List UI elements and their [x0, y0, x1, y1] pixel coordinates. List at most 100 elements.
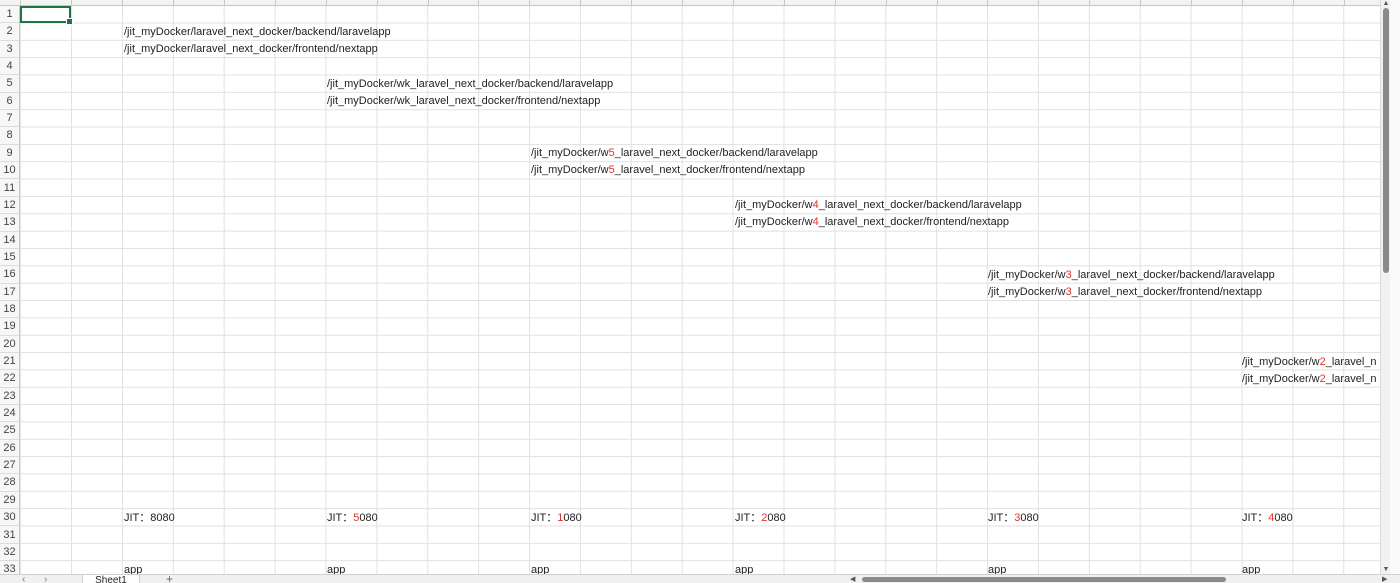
port-suffix: 8080 — [150, 511, 175, 524]
cell-text-suffix: _laravel_next_docker/frontend/nextapp — [1071, 285, 1262, 298]
cell-port-f30[interactable]: JIT：5080 — [325, 510, 378, 527]
cell-text-prefix: /jit_myDocker/w — [531, 147, 609, 159]
sheet-tab-bar: ‹ › Sheet1 + ◀ ▶ — [0, 574, 1400, 583]
vertical-scroll-thumb[interactable] — [1383, 8, 1389, 273]
column-divider — [987, 0, 988, 5]
cell-app-f33[interactable]: app — [325, 562, 345, 574]
row-number[interactable]: 10 — [0, 162, 19, 180]
row-number[interactable]: 19 — [0, 318, 19, 336]
cell-text-prefix: /jit_myDocker/w — [988, 285, 1066, 298]
row-number[interactable]: 29 — [0, 492, 19, 510]
row-number[interactable]: 1 — [0, 6, 19, 24]
row-number[interactable]: 15 — [0, 249, 19, 267]
scroll-up-icon[interactable]: ▲ — [1382, 0, 1390, 8]
row-number[interactable]: 30 — [0, 509, 19, 527]
column-divider — [1344, 0, 1345, 5]
row-number[interactable]: 27 — [0, 457, 19, 475]
row-number[interactable]: 32 — [0, 544, 19, 562]
scroll-right-icon[interactable]: ▶ — [1382, 575, 1387, 583]
row-number[interactable]: 3 — [0, 41, 19, 59]
row-number[interactable]: 22 — [0, 370, 19, 388]
spreadsheet-window: 1 2 3 4 5 6 7 8 9 10 11 12 13 14 15 16 17 18 19 20 21 22 23 24 2… — [0, 0, 1400, 583]
port-prefix: JIT： — [735, 511, 762, 524]
row-number[interactable]: 31 — [0, 527, 19, 544]
row-number[interactable]: 20 — [0, 336, 19, 353]
cell-app-b33[interactable]: app — [122, 562, 142, 574]
column-divider — [478, 0, 479, 5]
column-divider — [733, 0, 734, 5]
cell-x21[interactable]: /jit_myDocker/w2_laravel_n — [1240, 354, 1379, 371]
row-number[interactable]: 13 — [0, 214, 19, 232]
cell-app-j33[interactable]: app — [529, 562, 549, 574]
cell-text-suffix: _laravel_next_docker/backend/laravelapp — [614, 147, 818, 159]
cell-app-x33[interactable]: app — [1240, 562, 1260, 574]
cell-text-suffix: _laravel_next_docker/frontend/nextapp — [818, 216, 1009, 229]
row-number[interactable]: 21 — [0, 353, 19, 371]
row-number[interactable]: 24 — [0, 405, 19, 423]
cell-grid[interactable]: /jit_myDocker/laravel_next_docker/backen… — [20, 6, 1380, 574]
prev-sheet-icon[interactable]: ‹ — [22, 575, 25, 583]
row-number[interactable]: 33 — [0, 561, 19, 574]
row-number[interactable]: 14 — [0, 232, 19, 249]
port-suffix: 080 — [767, 511, 786, 524]
column-divider — [173, 0, 174, 5]
scroll-left-icon[interactable]: ◀ — [850, 575, 855, 583]
cell-app-s33[interactable]: app — [986, 562, 1006, 574]
column-divider — [580, 0, 581, 5]
add-sheet-button[interactable]: + — [166, 575, 173, 583]
row-number[interactable]: 2 — [0, 23, 19, 41]
row-number[interactable]: 17 — [0, 284, 19, 301]
row-number[interactable]: 6 — [0, 93, 19, 111]
row-header[interactable]: 1 2 3 4 5 6 7 8 9 10 11 12 13 14 15 16 17 18 19 20 21 22 23 24 2… — [0, 6, 20, 574]
cell-port-j30[interactable]: JIT：1080 — [529, 510, 582, 527]
cell-port-b30[interactable]: JIT：8080 — [122, 510, 175, 527]
column-divider — [1140, 0, 1141, 5]
column-divider — [835, 0, 836, 5]
row-number[interactable]: 4 — [0, 58, 19, 76]
cell-f5[interactable]: /jit_myDocker/wk_laravel_next_docker/bac… — [325, 76, 613, 93]
column-divider — [1038, 0, 1039, 5]
sheet-tab-sheet1[interactable]: Sheet1 — [82, 575, 140, 583]
row-number[interactable]: 8 — [0, 127, 19, 145]
cell-j10[interactable]: /jit_myDocker/w5_laravel_next_docker/fro… — [529, 162, 805, 179]
row-number[interactable]: 11 — [0, 180, 19, 197]
column-divider — [1293, 0, 1294, 5]
row-number[interactable]: 25 — [0, 422, 19, 440]
row-number[interactable]: 26 — [0, 440, 19, 458]
cell-f6[interactable]: /jit_myDocker/wk_laravel_next_docker/fro… — [325, 93, 600, 110]
cell-s17[interactable]: /jit_myDocker/w3_laravel_next_docker/fro… — [986, 284, 1262, 301]
row-number[interactable]: 5 — [0, 75, 19, 93]
cell-port-s30[interactable]: JIT：3080 — [986, 510, 1039, 527]
cell-x22[interactable]: /jit_myDocker/w2_laravel_n — [1240, 371, 1379, 388]
port-prefix: JIT： — [327, 511, 354, 524]
column-divider — [886, 0, 887, 5]
cell-text-suffix: _laravel_next_docker/frontend/nextapp — [614, 164, 805, 177]
row-number[interactable]: 7 — [0, 110, 19, 128]
cell-s16[interactable]: /jit_myDocker/w3_laravel_next_docker/bac… — [986, 267, 1275, 284]
cell-port-n30[interactable]: JIT：2080 — [733, 510, 786, 527]
vertical-scrollbar[interactable]: ▲ ▼ — [1380, 0, 1390, 574]
cell-app-n33[interactable]: app — [733, 562, 753, 574]
row-number[interactable]: 18 — [0, 301, 19, 319]
cell-port-x30[interactable]: JIT：4080 — [1240, 510, 1293, 527]
row-number[interactable]: 16 — [0, 266, 19, 284]
port-prefix: JIT： — [531, 511, 558, 524]
scroll-down-icon[interactable]: ▼ — [1382, 566, 1390, 574]
cell-j9[interactable]: /jit_myDocker/w5_laravel_next_docker/bac… — [529, 145, 818, 162]
cell-text-prefix: /jit_myDocker/w — [1242, 372, 1320, 385]
row-number[interactable]: 23 — [0, 388, 19, 406]
cell-b3[interactable]: /jit_myDocker/laravel_next_docker/fronte… — [122, 41, 378, 58]
cell-n13[interactable]: /jit_myDocker/w4_laravel_next_docker/fro… — [733, 214, 1009, 231]
row-number[interactable]: 28 — [0, 474, 19, 492]
cell-n12[interactable]: /jit_myDocker/w4_laravel_next_docker/bac… — [733, 197, 1022, 214]
column-divider — [428, 0, 429, 5]
port-suffix: 080 — [1274, 511, 1293, 524]
row-number[interactable]: 9 — [0, 145, 19, 163]
cell-b2[interactable]: /jit_myDocker/laravel_next_docker/backen… — [122, 24, 391, 41]
column-divider — [1191, 0, 1192, 5]
cell-text-prefix: /jit_myDocker/w — [735, 216, 813, 229]
row-number[interactable]: 12 — [0, 197, 19, 215]
selected-cell-a1[interactable] — [20, 6, 73, 25]
horizontal-scroll-thumb[interactable] — [862, 577, 1226, 582]
next-sheet-icon[interactable]: › — [44, 575, 47, 583]
